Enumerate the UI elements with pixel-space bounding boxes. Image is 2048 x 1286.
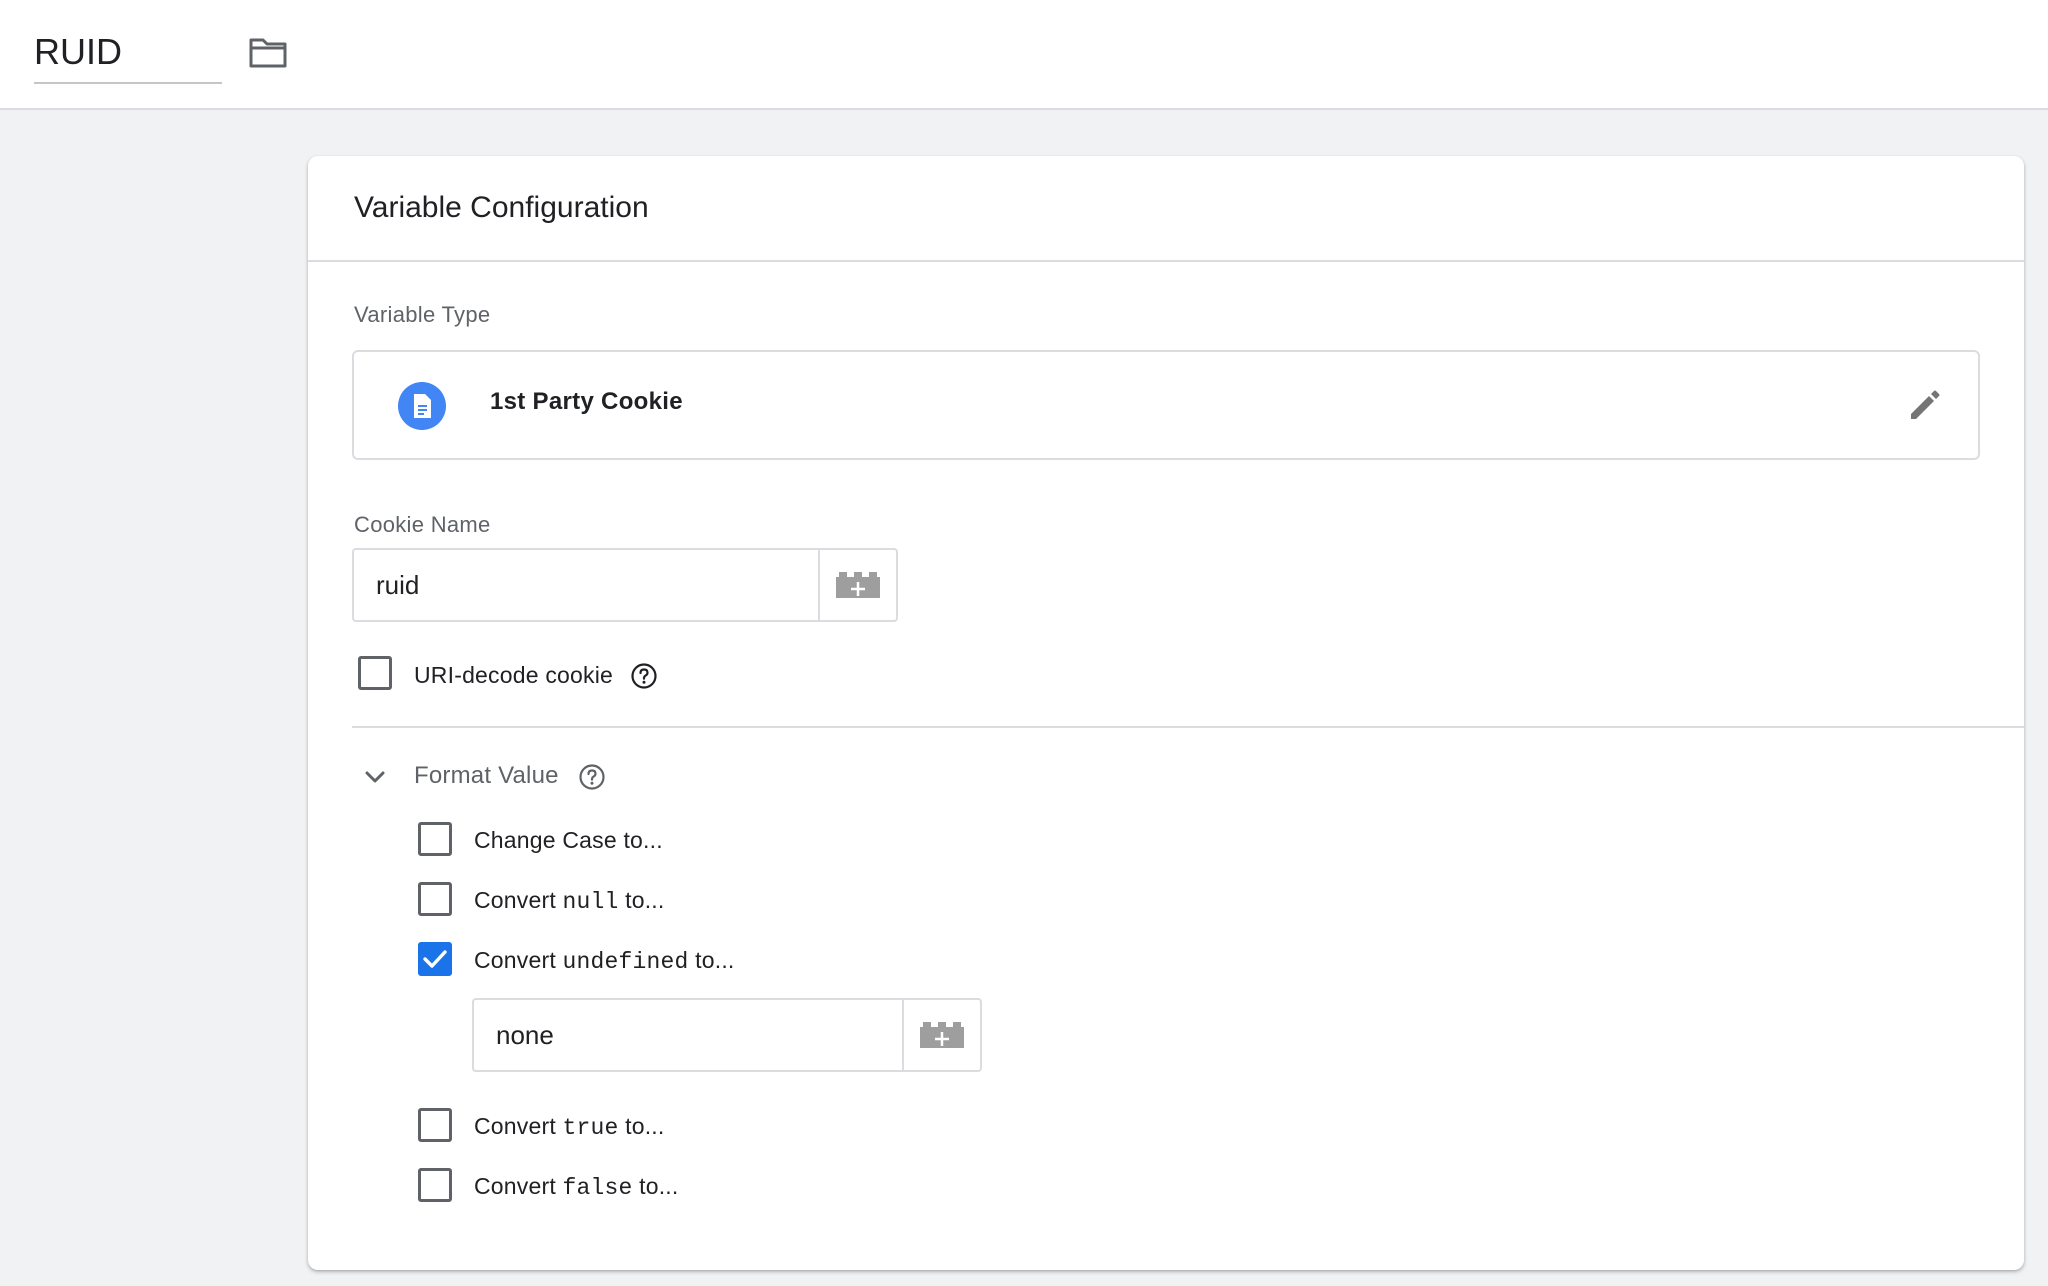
chevron-down-icon[interactable]	[360, 762, 390, 792]
change-case-checkbox[interactable]	[418, 822, 452, 856]
undefined-replacement-value[interactable]: none	[474, 1000, 902, 1070]
lego-block-icon[interactable]	[902, 1000, 980, 1070]
section-divider	[352, 726, 2024, 728]
top-bar: RUID	[0, 0, 2048, 110]
variable-name-field[interactable]: RUID	[34, 24, 222, 84]
card-title: Variable Configuration	[308, 156, 2024, 262]
convert-false-checkbox[interactable]	[418, 1168, 452, 1202]
convert-true-checkbox[interactable]	[418, 1108, 452, 1142]
check-icon	[423, 950, 447, 968]
convert-false-label: Convert false to...	[474, 1173, 679, 1201]
cookie-name-value[interactable]: ruid	[354, 550, 818, 620]
variable-type-label: Variable Type	[354, 302, 491, 327]
undefined-replacement-input[interactable]: none	[472, 998, 982, 1072]
variable-configuration-card: Variable Configuration Variable Type 1st…	[308, 156, 2024, 1270]
pencil-icon[interactable]	[1904, 384, 1946, 426]
uri-decode-label: URI-decode cookie	[414, 662, 614, 688]
convert-undefined-label: Convert undefined to...	[474, 947, 735, 975]
convert-null-label: Convert null to...	[474, 887, 665, 915]
folder-icon[interactable]	[244, 30, 292, 74]
convert-true-label: Convert true to...	[474, 1113, 665, 1141]
format-value-label[interactable]: Format Value	[414, 762, 559, 790]
cookie-name-label: Cookie Name	[354, 512, 491, 537]
convert-undefined-checkbox[interactable]	[418, 942, 452, 976]
variable-type-name: 1st Party Cookie	[490, 388, 683, 415]
format-help-icon[interactable]	[578, 763, 606, 791]
lego-block-icon[interactable]	[818, 550, 896, 620]
help-icon[interactable]	[630, 662, 658, 690]
change-case-label: Change Case to...	[474, 827, 663, 853]
uri-decode-checkbox[interactable]	[358, 656, 392, 690]
cookie-name-input[interactable]: ruid	[352, 548, 898, 622]
convert-null-checkbox[interactable]	[418, 882, 452, 916]
variable-type-selector[interactable]: 1st Party Cookie	[352, 350, 1980, 460]
document-icon	[398, 382, 446, 430]
